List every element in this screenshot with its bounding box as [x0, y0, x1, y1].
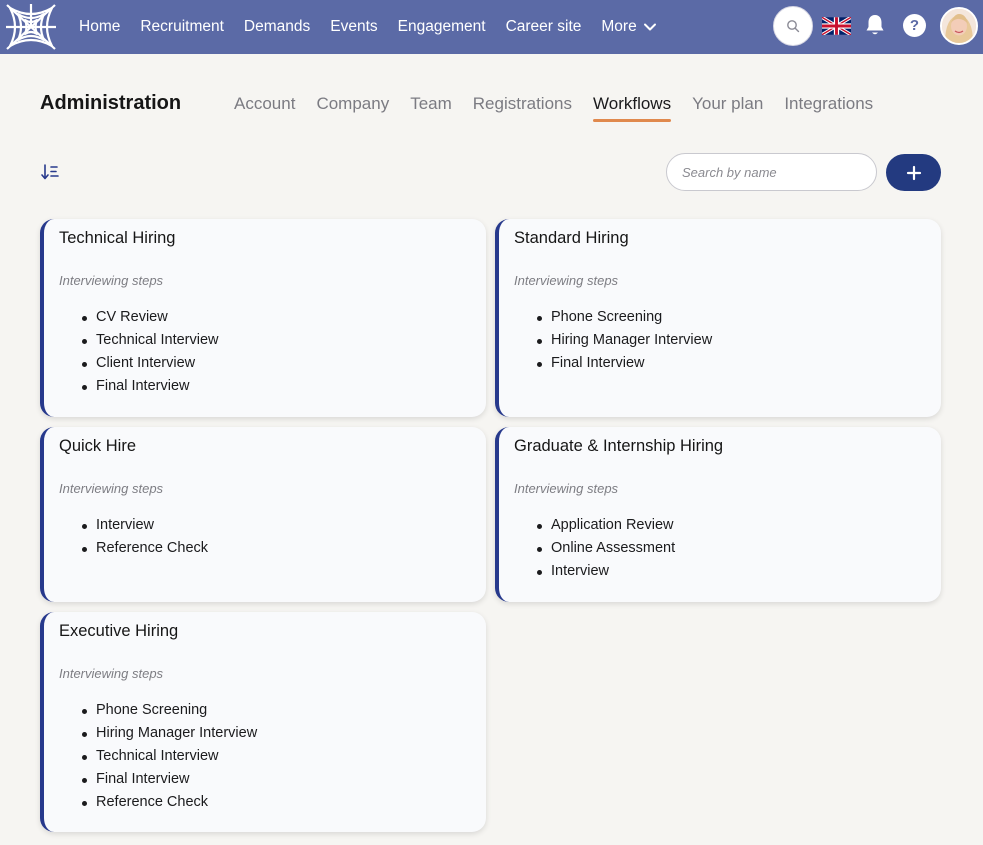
steps-list: Phone Screening Hiring Manager Interview… — [59, 699, 486, 814]
nav-home-label: Home — [79, 18, 121, 35]
step-item: Application Review — [537, 514, 941, 537]
global-search-button[interactable] — [773, 6, 813, 46]
admin-tabs: Account Company Team Registrations Workf… — [234, 94, 894, 122]
nav-home[interactable]: Home — [79, 18, 120, 36]
step-item: Technical Interview — [82, 745, 486, 768]
nav-more-label: More — [601, 18, 637, 35]
step-item: Online Assessment — [537, 537, 941, 560]
search-input[interactable] — [666, 153, 877, 191]
search-icon — [787, 20, 800, 33]
step-item: Hiring Manager Interview — [82, 722, 486, 745]
help-icon[interactable]: ? — [903, 14, 926, 37]
add-workflow-button[interactable] — [886, 154, 941, 191]
step-item: Hiring Manager Interview — [537, 329, 941, 352]
card-subtitle: Interviewing steps — [514, 273, 619, 288]
step-item: Client Interview — [82, 352, 486, 375]
step-item: Final Interview — [537, 352, 941, 375]
tab-integrations[interactable]: Integrations — [784, 94, 873, 122]
card-subtitle: Interviewing steps — [59, 273, 164, 288]
avatar[interactable] — [940, 7, 978, 45]
card-subtitle: Interviewing steps — [59, 481, 164, 496]
workflow-card-standard-hiring[interactable]: Standard Hiring Interviewing steps Phone… — [495, 219, 941, 417]
nav-engagement-label: Engagement — [397, 18, 486, 35]
plus-icon — [906, 165, 921, 180]
tab-workflows[interactable]: Workflows — [593, 94, 672, 122]
step-item: Reference Check — [82, 791, 486, 814]
chevron-down-icon — [643, 23, 656, 31]
avatar-image — [942, 9, 976, 43]
step-item: CV Review — [82, 306, 486, 329]
main-nav: Home Recruitment Demands Events Engageme… — [79, 0, 677, 54]
step-item: Phone Screening — [537, 306, 941, 329]
sort-icon[interactable] — [40, 163, 60, 181]
nav-engagement[interactable]: Engagement — [398, 18, 486, 36]
tab-team[interactable]: Team — [410, 94, 452, 122]
workflow-card-graduate-internship-hiring[interactable]: Graduate & Internship Hiring Interviewin… — [495, 427, 941, 602]
card-title: Executive Hiring — [59, 622, 179, 640]
spider-web-logo[interactable] — [4, 2, 58, 52]
card-subtitle: Interviewing steps — [514, 481, 619, 496]
step-item: Interview — [537, 560, 941, 583]
steps-list: CV Review Technical Interview Client Int… — [59, 306, 486, 398]
step-item: Phone Screening — [82, 699, 486, 722]
card-title: Standard Hiring — [514, 229, 629, 247]
nav-career-site[interactable]: Career site — [506, 18, 582, 36]
tab-account[interactable]: Account — [234, 94, 295, 122]
nav-events[interactable]: Events — [330, 18, 377, 36]
nav-demands[interactable]: Demands — [244, 18, 310, 36]
workflow-card-quick-hire[interactable]: Quick Hire Interviewing steps Interview … — [40, 427, 486, 602]
card-title: Quick Hire — [59, 437, 137, 455]
step-item: Final Interview — [82, 768, 486, 791]
workflow-card-technical-hiring[interactable]: Technical Hiring Interviewing steps CV R… — [40, 219, 486, 417]
nav-demands-label: Demands — [243, 18, 311, 35]
nav-career-site-label: Career site — [505, 18, 582, 35]
step-item: Reference Check — [82, 537, 486, 560]
card-subtitle: Interviewing steps — [59, 666, 164, 681]
card-title: Technical Hiring — [59, 229, 176, 247]
nav-recruitment-label: Recruitment — [140, 18, 224, 35]
card-title: Graduate & Internship Hiring — [514, 437, 724, 455]
tab-registrations[interactable]: Registrations — [473, 94, 572, 122]
page-title: Administration — [40, 92, 182, 114]
uk-flag-icon[interactable] — [822, 17, 851, 35]
tab-company[interactable]: Company — [316, 94, 389, 122]
top-navbar: Home Recruitment Demands Events Engageme… — [0, 0, 983, 54]
nav-events-label: Events — [330, 18, 378, 35]
nav-more[interactable]: More — [601, 18, 656, 36]
step-item: Final Interview — [82, 375, 486, 398]
steps-list: Phone Screening Hiring Manager Interview… — [514, 306, 941, 375]
steps-list: Application Review Online Assessment Int… — [514, 514, 941, 583]
workflow-card-executive-hiring[interactable]: Executive Hiring Interviewing steps Phon… — [40, 612, 486, 832]
tab-your-plan[interactable]: Your plan — [692, 94, 763, 122]
bell-icon[interactable] — [864, 13, 886, 37]
steps-list: Interview Reference Check — [59, 514, 486, 560]
nav-recruitment[interactable]: Recruitment — [140, 18, 224, 36]
step-item: Interview — [82, 514, 486, 537]
step-item: Technical Interview — [82, 329, 486, 352]
